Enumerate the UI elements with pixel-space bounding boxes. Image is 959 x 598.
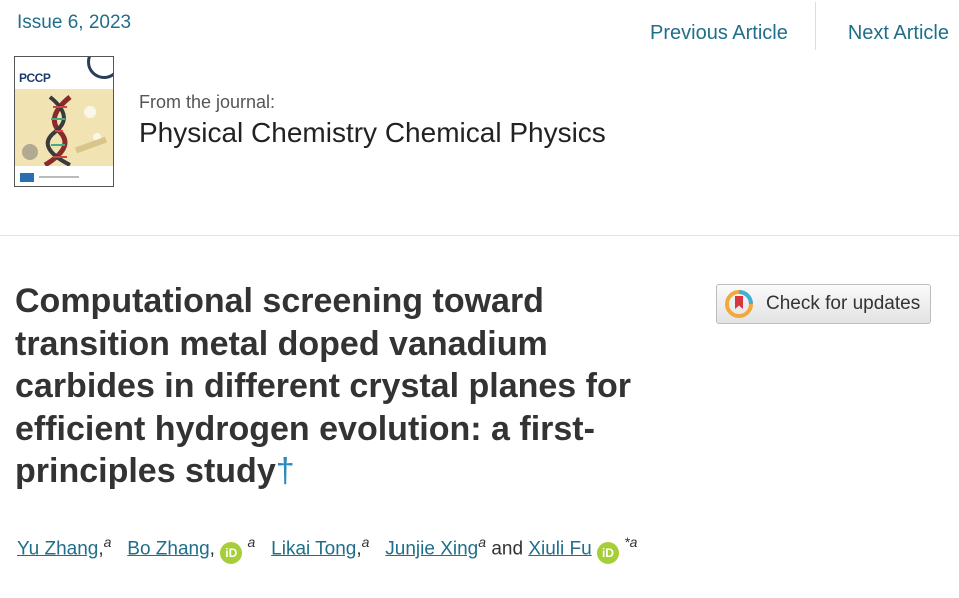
affiliation-marker[interactable]: a [478,534,486,550]
affiliation-marker[interactable]: a [362,534,370,550]
issue-label: Issue 6, 2023 [17,12,132,33]
article-title: Computational screening toward transitio… [15,280,695,493]
previous-article-link[interactable]: Previous Article [650,22,788,45]
affiliation-marker[interactable]: a [248,534,256,550]
article-title-text: Computational screening toward transitio… [15,282,631,490]
check-for-updates-button[interactable]: Check for updates [716,284,931,324]
author-link[interactable]: Xiuli Fu [528,538,591,559]
author-link[interactable]: Likai Tong [271,538,356,559]
nav-divider [814,2,816,50]
cover-footer-text [39,176,79,178]
authors-and: and [491,538,524,560]
orcid-icon[interactable]: iD [596,542,619,565]
author-list: Yu Zhang,a Bo Zhang, iD a Likai Tong,a J… [17,534,637,565]
affiliation-marker[interactable]: a [104,534,112,550]
header-divider [0,235,959,236]
cover-footer [15,166,113,186]
orcid-icon[interactable]: iD [220,542,243,565]
supplementary-info-dagger[interactable]: † [276,452,295,490]
journal-name[interactable]: Physical Chemistry Chemical Physics [139,117,606,149]
affiliation-marker[interactable]: *a [624,534,637,550]
crossmark-icon [725,290,753,318]
article-nav: Previous Article Next Article [650,2,949,50]
journal-cover-image[interactable]: PCCP [14,56,114,187]
from-journal-label: From the journal: [139,92,276,112]
author-link[interactable]: Yu Zhang [17,538,98,559]
check-for-updates-label: Check for updates [766,293,921,314]
author-link[interactable]: Bo Zhang [127,538,209,559]
next-article-link[interactable]: Next Article [848,22,949,45]
publisher-logo [20,173,34,182]
author-link[interactable]: Junjie Xing [385,538,478,559]
author-separator: , [209,538,215,560]
